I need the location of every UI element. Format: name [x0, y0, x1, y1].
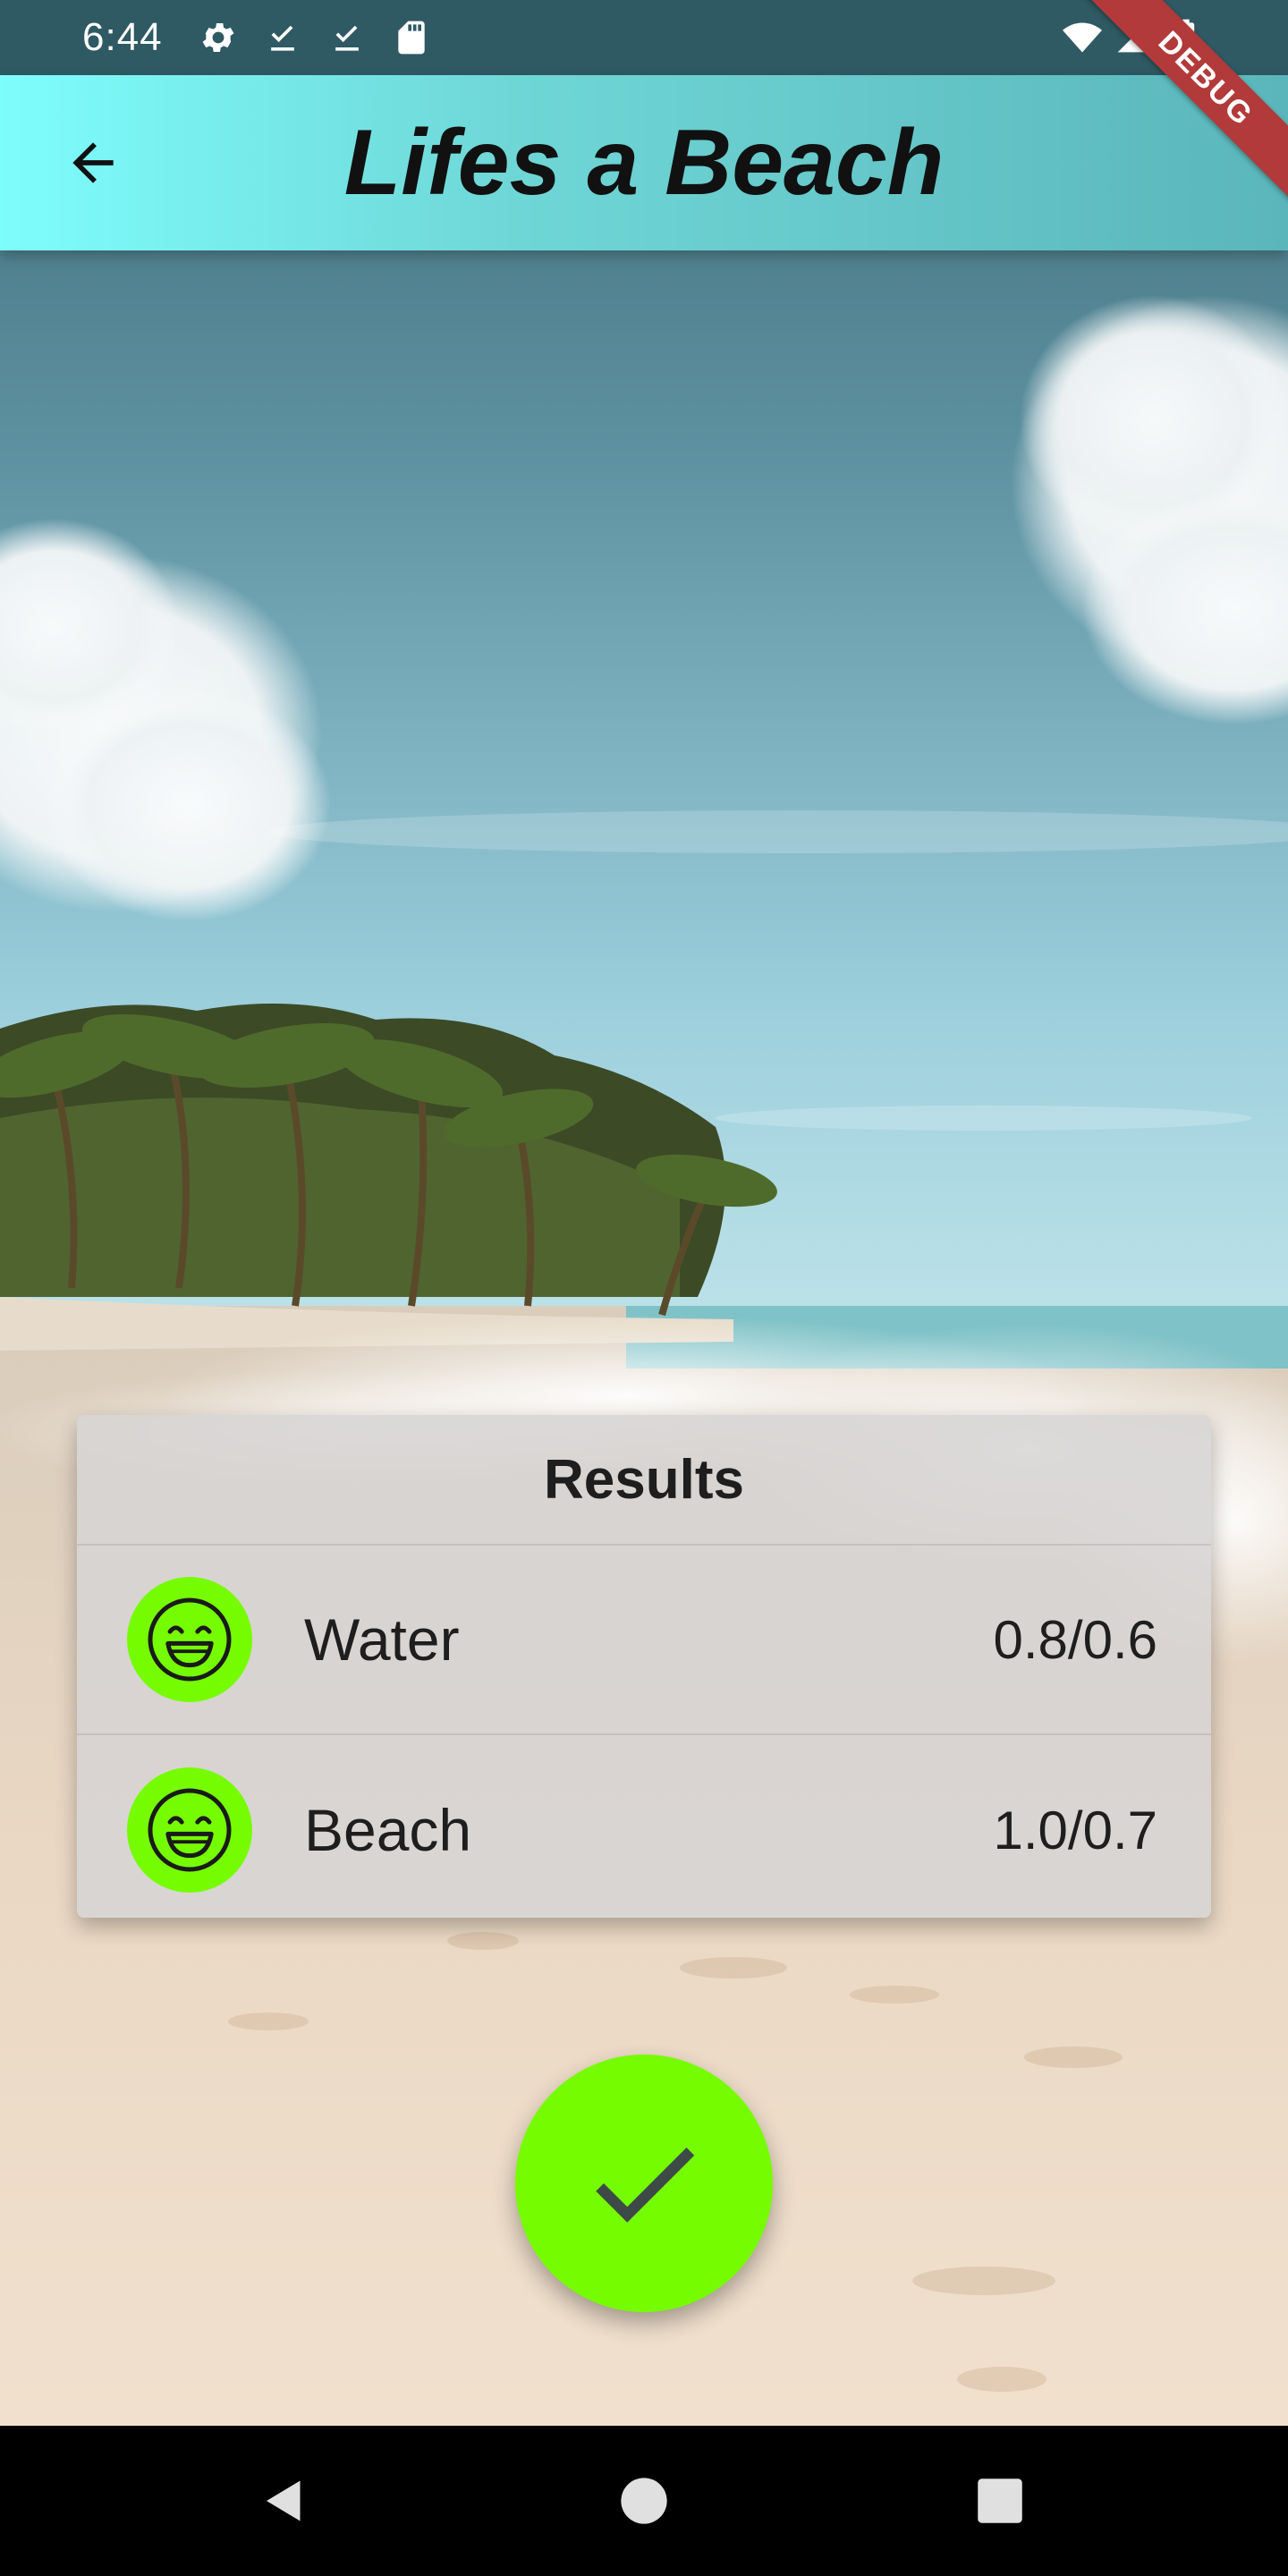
status-time: 6:44 [82, 15, 163, 59]
system-nav-bar [0, 2426, 1288, 2576]
check-icon [596, 2148, 695, 2223]
results-card: Results Water 0.8/0.6 Beach 1.0/0.7 [77, 1415, 1211, 1918]
recents-square-icon [978, 2479, 1022, 2523]
nav-back-button[interactable] [256, 2472, 313, 2529]
results-title: Results [77, 1415, 1211, 1546]
sd-card-icon [392, 18, 431, 57]
result-label: Beach [304, 1797, 472, 1863]
home-circle-icon [621, 2478, 667, 2524]
status-left-icons [199, 18, 431, 57]
result-score: 1.0/0.7 [993, 1800, 1158, 1860]
download-done-icon [327, 18, 367, 57]
result-row-beach[interactable]: Beach 1.0/0.7 [77, 1735, 1211, 1918]
nav-home-button[interactable] [615, 2472, 673, 2529]
wifi-icon [1063, 16, 1102, 55]
grinning-face-icon [127, 1577, 252, 1702]
confirm-button[interactable] [515, 2055, 773, 2312]
status-bar: 6:44 [0, 0, 1288, 75]
page-title: Lifes a Beach [343, 110, 945, 215]
gear-icon [199, 18, 238, 57]
result-label: Water [304, 1606, 460, 1673]
grinning-face-icon [127, 1767, 252, 1893]
result-row-water[interactable]: Water 0.8/0.6 [77, 1546, 1211, 1735]
nav-recents-button[interactable] [971, 2472, 1029, 2529]
app-bar: Lifes a Beach [0, 75, 1288, 250]
result-score: 0.8/0.6 [993, 1609, 1158, 1670]
back-triangle-icon [267, 2480, 301, 2521]
download-done-icon [263, 18, 302, 57]
